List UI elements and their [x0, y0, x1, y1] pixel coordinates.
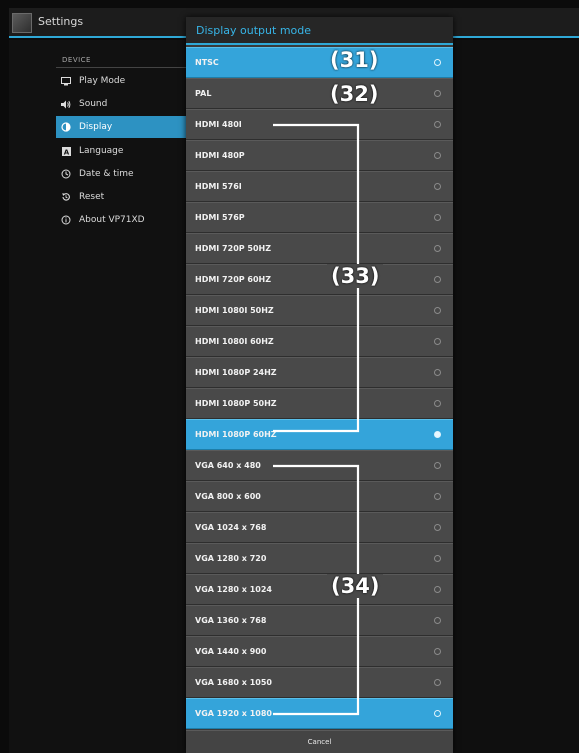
- callout-32: (32): [330, 82, 379, 106]
- callout-33: (33): [327, 264, 384, 288]
- callout-31: (31): [330, 48, 379, 72]
- callout-brackets: [273, 123, 360, 716]
- callout-34: (34): [327, 574, 384, 598]
- screen: Settings DEVICE Play Mode Sound Display …: [0, 0, 579, 753]
